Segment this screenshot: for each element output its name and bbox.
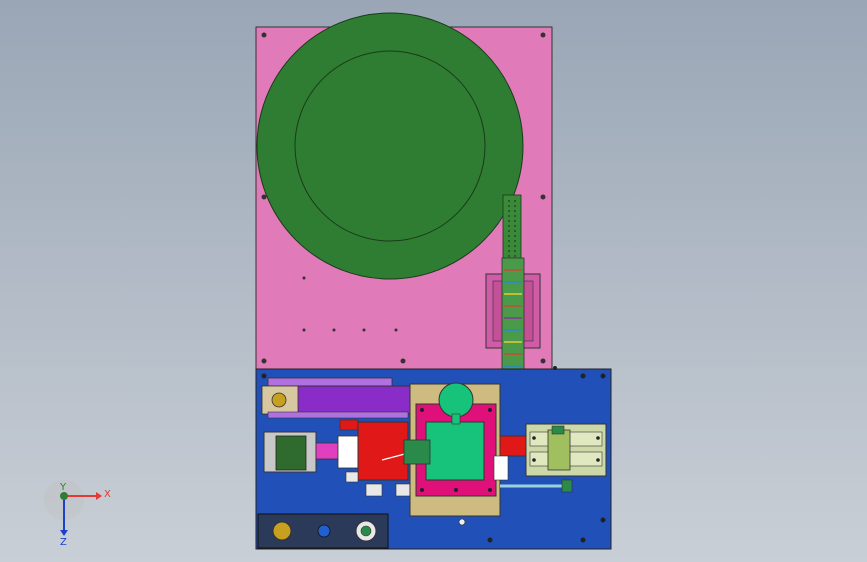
stepper-motor-body (275, 435, 307, 471)
coupler-clamp-top (339, 419, 359, 431)
slide-carriage-top (551, 425, 565, 435)
central-side-cylinder (403, 439, 431, 465)
y-axis-label: Y (59, 482, 67, 493)
panel-connector-left (272, 521, 292, 541)
y-axis-dot (60, 492, 68, 500)
purple-cylinder-base (267, 411, 409, 419)
central-green-body (425, 421, 485, 481)
panel-connector-right-inner (360, 525, 372, 537)
slide-carriage (547, 429, 571, 471)
purple-cylinder-port (271, 392, 287, 408)
coupler-block (337, 435, 361, 469)
cad-assembly-view: X Y Z (44, 12, 612, 550)
z-axis-arrow (60, 530, 68, 536)
track-end-cap (493, 455, 509, 481)
axis-triad: X Y Z (44, 480, 111, 548)
central-frame-hole (458, 518, 466, 526)
track-end-block (499, 435, 527, 457)
x-axis-label: X (104, 489, 111, 500)
slide-rod-end (561, 479, 573, 493)
red-drive-block (357, 421, 409, 481)
central-green-neck (451, 413, 461, 425)
motor-shaft-coupler (315, 442, 339, 460)
central-green-cap (438, 382, 474, 418)
vibratory-bowl-disc (256, 12, 524, 280)
x-axis-arrow (96, 492, 102, 500)
z-axis-label: Z (60, 537, 67, 548)
panel-connector-middle (317, 524, 331, 538)
